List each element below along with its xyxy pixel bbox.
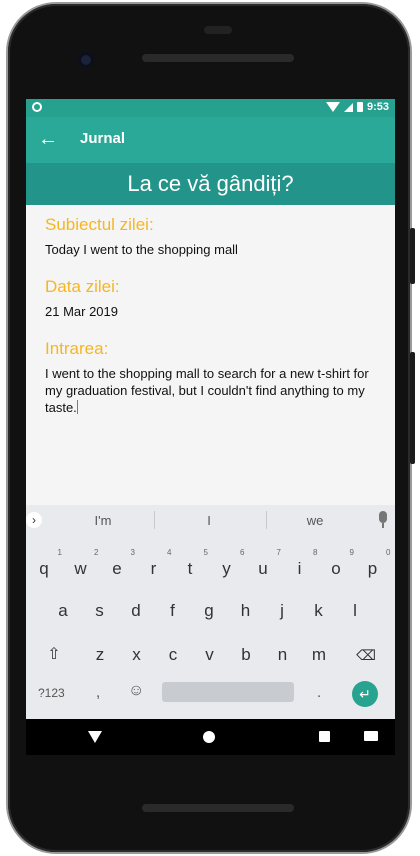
key-label: p — [367, 559, 378, 578]
key-l[interactable]: l — [341, 597, 369, 625]
key-w[interactable]: w2 — [67, 548, 98, 583]
key-q[interactable]: q1 — [30, 548, 62, 583]
entry-field[interactable]: I went to the shopping mall to search fo… — [45, 365, 385, 416]
key-b[interactable]: b — [232, 641, 260, 669]
period-key[interactable]: . — [317, 684, 321, 701]
text-cursor — [76, 400, 78, 414]
spacebar[interactable] — [162, 682, 294, 702]
suggestion-3[interactable]: we — [275, 513, 355, 528]
key-label: u — [258, 559, 268, 578]
key-label: q — [39, 559, 49, 578]
chevron-right-icon[interactable]: › — [26, 512, 42, 528]
entry-label: Intrarea: — [45, 339, 109, 358]
front-camera — [78, 52, 94, 68]
back-arrow-icon[interactable]: ← — [38, 127, 58, 151]
emoji-icon[interactable]: ☺ — [128, 682, 144, 700]
key-f[interactable]: f — [159, 597, 187, 625]
comma-key[interactable]: , — [96, 684, 100, 701]
subject-label: Subiectul zilei: — [45, 215, 154, 234]
key-hint: 7 — [276, 548, 281, 557]
divider — [154, 511, 155, 529]
battery-icon — [356, 102, 363, 112]
screen: 9:53 ← Jurnal La ce vă gândiți? Subiectu… — [26, 99, 395, 719]
signal-icon — [343, 102, 353, 112]
key-u[interactable]: u7 — [249, 548, 281, 583]
enter-icon[interactable]: ↵ — [352, 681, 378, 707]
app-bar: ← Jurnal — [26, 117, 395, 163]
keyboard-switch-icon[interactable] — [364, 731, 378, 741]
earpiece-speaker — [142, 54, 294, 62]
date-block: Data zilei: 21 Mar 2019 — [45, 277, 385, 320]
key-label: e — [112, 559, 122, 578]
key-m[interactable]: m — [305, 641, 333, 669]
key-hint: 1 — [57, 548, 62, 557]
key-label: r — [150, 559, 157, 578]
nav-recents-icon[interactable] — [319, 731, 330, 742]
key-label: y — [222, 559, 231, 578]
key-hint: 8 — [313, 548, 318, 557]
key-label: w — [74, 559, 87, 578]
phone-notch — [204, 26, 232, 34]
key-h[interactable]: h — [232, 597, 260, 625]
nav-home-icon[interactable] — [203, 731, 215, 743]
subject-field[interactable]: Today I went to the shopping mall — [45, 241, 385, 258]
key-e[interactable]: e3 — [103, 548, 135, 583]
key-r[interactable]: r4 — [140, 548, 172, 583]
status-icons: 9:53 — [325, 101, 389, 113]
app-title: Jurnal — [80, 130, 126, 147]
bottom-speaker — [142, 804, 294, 812]
key-i[interactable]: i8 — [286, 548, 318, 583]
prompt-banner: La ce vă gândiți? — [26, 163, 395, 205]
journal-form: Subiectul zilei: Today I went to the sho… — [45, 215, 385, 435]
key-v[interactable]: v — [196, 641, 224, 669]
power-button[interactable] — [410, 352, 415, 464]
backspace-icon[interactable]: ⌫ — [352, 641, 380, 669]
key-hint: 2 — [94, 548, 99, 557]
key-a[interactable]: a — [49, 597, 77, 625]
key-k[interactable]: k — [305, 597, 333, 625]
key-t[interactable]: t5 — [176, 548, 208, 583]
key-j[interactable]: j — [268, 597, 296, 625]
key-g[interactable]: g — [195, 597, 223, 625]
key-hint: 6 — [240, 548, 245, 557]
key-hint: 4 — [167, 548, 172, 557]
entry-text: I went to the shopping mall to search fo… — [45, 366, 369, 415]
status-bar: 9:53 — [26, 99, 395, 117]
key-hint: 5 — [203, 548, 208, 557]
date-label: Data zilei: — [45, 277, 120, 296]
divider — [266, 511, 267, 529]
suggestion-2[interactable]: I — [169, 513, 249, 528]
date-field[interactable]: 21 Mar 2019 — [45, 303, 385, 320]
subject-block: Subiectul zilei: Today I went to the sho… — [45, 215, 385, 258]
key-label: t — [187, 559, 193, 578]
key-y[interactable]: y6 — [213, 548, 244, 583]
suggestion-1[interactable]: I'm — [63, 513, 143, 528]
entry-block: Intrarea: I went to the shopping mall to… — [45, 339, 385, 416]
key-s[interactable]: s — [86, 597, 114, 625]
key-c[interactable]: c — [159, 641, 187, 669]
status-time: 9:53 — [366, 101, 389, 113]
key-o[interactable]: o9 — [322, 548, 354, 583]
banner-text: La ce vă gândiți? — [127, 171, 294, 196]
key-hint: 0 — [386, 548, 391, 557]
wifi-icon — [325, 102, 340, 112]
key-x[interactable]: x — [123, 641, 151, 669]
key-hint: 3 — [130, 548, 135, 557]
mic-icon[interactable] — [379, 511, 387, 528]
key-p[interactable]: p0 — [359, 548, 391, 583]
volume-button[interactable] — [410, 228, 415, 284]
soft-keyboard: › I'm I we q1w2e3r4t5y6u7i8o9p0 asdfghjk… — [26, 505, 395, 719]
key-z[interactable]: z — [86, 641, 114, 669]
navigation-bar — [26, 719, 395, 755]
nav-back-icon[interactable] — [88, 731, 102, 743]
key-hint: 9 — [349, 548, 354, 557]
notification-icon — [32, 102, 42, 112]
key-n[interactable]: n — [269, 641, 297, 669]
key-label: o — [331, 559, 341, 578]
symbols-key[interactable]: ?123 — [38, 686, 65, 700]
key-label: i — [297, 559, 302, 578]
suggestion-strip: › I'm I we — [26, 505, 395, 535]
shift-icon[interactable]: ⇧ — [40, 641, 68, 669]
key-d[interactable]: d — [122, 597, 150, 625]
